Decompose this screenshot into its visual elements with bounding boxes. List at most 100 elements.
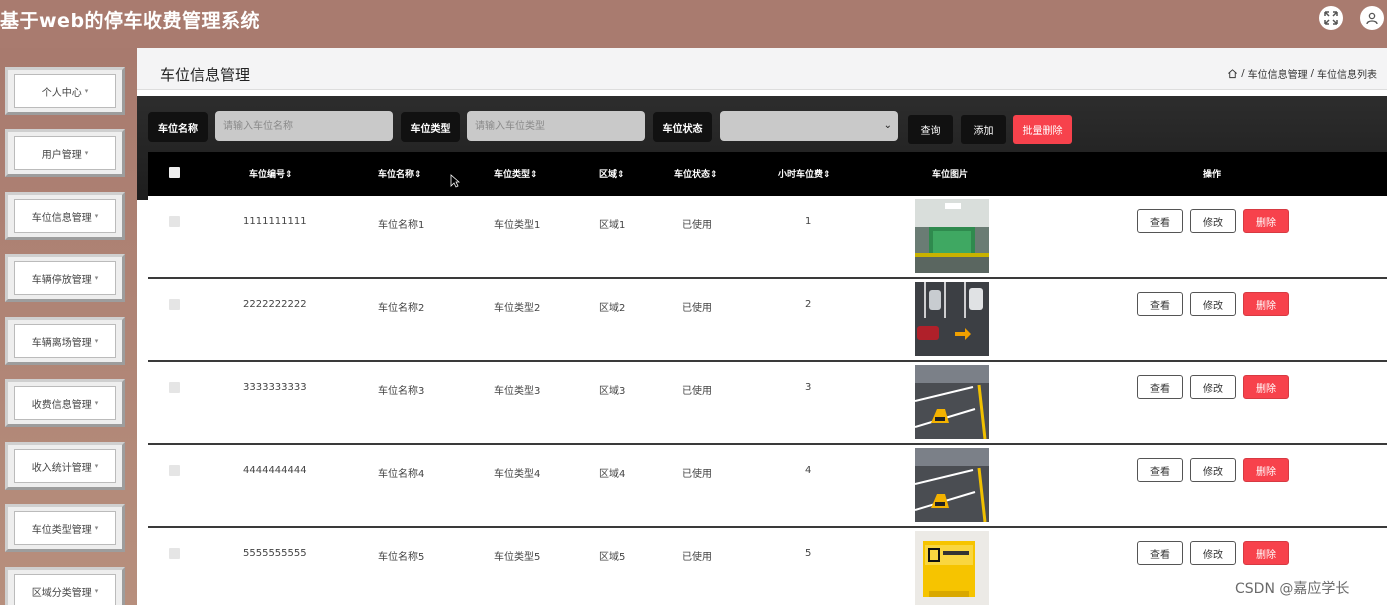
space-type-label: 车位类型 [401, 112, 460, 142]
table-row: 5555555555 车位名称5 车位类型5 区域5 已使用 5 查看 修改 删… [148, 528, 1387, 605]
cell-type: 车位类型4 [494, 469, 541, 480]
view-button[interactable]: 查看 [1137, 458, 1183, 482]
select-all-checkbox[interactable] [169, 167, 180, 178]
view-button[interactable]: 查看 [1137, 375, 1183, 399]
home-icon[interactable] [1227, 68, 1238, 79]
parking-lock-photo[interactable] [915, 448, 989, 522]
page-header: 车位信息管理 / 车位信息管理 / 车位信息列表 [137, 48, 1387, 90]
view-button[interactable]: 查看 [1137, 209, 1183, 233]
space-name-input[interactable] [215, 111, 393, 141]
cell-status: 已使用 [682, 469, 712, 480]
sort-icon: ⇕ [285, 170, 293, 180]
add-button[interactable]: 添加 [961, 115, 1006, 144]
row-checkbox[interactable] [169, 299, 180, 310]
view-button[interactable]: 查看 [1137, 541, 1183, 565]
space-type-input[interactable] [467, 111, 645, 141]
breadcrumb-item-current: 车位信息列表 [1317, 70, 1377, 81]
sort-icon: ⇕ [823, 170, 831, 180]
cell-area: 区域4 [599, 469, 626, 480]
sidebar-item-fees[interactable]: 收费信息管理 ▾ [5, 379, 125, 427]
user-icon[interactable] [1360, 6, 1384, 30]
parking-lot-cars-photo[interactable] [915, 282, 989, 356]
cell-code: 2222222222 [243, 299, 307, 310]
cell-fee: 5 [805, 548, 812, 559]
sidebar-item-areas[interactable]: 区域分类管理 ▾ [5, 567, 125, 605]
cell-fee: 2 [805, 299, 812, 310]
sidebar-item-label: 区域分类管理 [31, 587, 92, 599]
delete-button[interactable]: 删除 [1243, 292, 1289, 316]
chevron-down-icon: ▾ [94, 524, 99, 532]
chevron-down-icon: ▾ [94, 337, 99, 345]
sidebar-item-label: 车位类型管理 [31, 524, 92, 536]
cell-name: 车位名称3 [378, 386, 425, 397]
row-checkbox[interactable] [169, 548, 180, 559]
cell-type: 车位类型3 [494, 386, 541, 397]
sidebar-item-personal-center[interactable]: 个人中心 ▾ [5, 67, 125, 115]
row-checkbox[interactable] [169, 382, 180, 393]
cell-fee: 4 [805, 465, 812, 476]
chevron-down-icon: ▾ [84, 87, 89, 95]
edit-button[interactable]: 修改 [1190, 541, 1236, 565]
row-checkbox[interactable] [169, 216, 180, 227]
breadcrumb-separator: / [1310, 68, 1314, 79]
delete-button[interactable]: 删除 [1243, 209, 1289, 233]
sidebar-item-income[interactable]: 收入统计管理 ▾ [5, 442, 125, 490]
sidebar-item-space-info[interactable]: 车位信息管理 ▾ [5, 192, 125, 240]
cell-area: 区域3 [599, 386, 626, 397]
cell-name: 车位名称2 [378, 303, 425, 314]
column-header-name[interactable]: 车位名称⇕ [378, 167, 422, 180]
sidebar: 个人中心 ▾ 用户管理 ▾ 车位信息管理 ▾ 车辆停放管理 ▾ 车辆离场管理 ▾ 收费信息… [0, 48, 137, 605]
sidebar-item-space-types[interactable]: 车位类型管理 ▾ [5, 504, 125, 552]
table-header: 车位编号⇕ 车位名称⇕ 车位类型⇕ 区域⇕ 车位状态⇕ 小时车位费⇕ 车位图片 … [148, 152, 1387, 196]
column-header-fee[interactable]: 小时车位费⇕ [778, 167, 831, 180]
batch-delete-button[interactable]: 批量删除 [1013, 115, 1072, 144]
cell-name: 车位名称1 [378, 220, 425, 231]
underground-parking-photo[interactable] [915, 199, 989, 273]
view-button[interactable]: 查看 [1137, 292, 1183, 316]
sidebar-item-parking[interactable]: 车辆停放管理 ▾ [5, 254, 125, 302]
cell-status: 已使用 [682, 303, 712, 314]
column-header-code[interactable]: 车位编号⇕ [249, 167, 293, 180]
edit-button[interactable]: 修改 [1190, 458, 1236, 482]
sidebar-item-label: 车位信息管理 [31, 212, 92, 224]
column-header-status[interactable]: 车位状态⇕ [674, 167, 718, 180]
column-header-type[interactable]: 车位类型⇕ [494, 167, 538, 180]
table-row: 2222222222 车位名称2 车位类型2 区域2 已使用 2 查看 修改 删… [148, 279, 1387, 362]
sort-icon: ⇕ [617, 170, 625, 180]
cell-name: 车位名称4 [378, 469, 425, 480]
space-name-label: 车位名称 [148, 112, 208, 142]
row-checkbox[interactable] [169, 465, 180, 476]
cell-code: 3333333333 [243, 382, 307, 393]
query-button[interactable]: 查询 [908, 115, 953, 144]
delete-button[interactable]: 删除 [1243, 458, 1289, 482]
sidebar-item-label: 车辆离场管理 [31, 337, 92, 349]
parking-lock-photo[interactable] [915, 365, 989, 439]
sidebar-item-users[interactable]: 用户管理 ▾ [5, 129, 125, 177]
sidebar-item-departure[interactable]: 车辆离场管理 ▾ [5, 317, 125, 365]
fullscreen-icon[interactable] [1319, 6, 1343, 30]
watermark: CSDN @嘉应学长 [1235, 581, 1350, 597]
delete-button[interactable]: 删除 [1243, 541, 1289, 565]
table-row: 1111111111 车位名称1 车位类型1 区域1 已使用 1 查看 修改 删… [148, 196, 1387, 279]
column-header-area[interactable]: 区域⇕ [599, 167, 625, 180]
table-row: 4444444444 车位名称4 车位类型4 区域4 已使用 4 查看 修改 删… [148, 445, 1387, 528]
cell-fee: 3 [805, 382, 812, 393]
top-bar: 基于web的停车收费管理系统 [0, 0, 1387, 48]
sidebar-item-label: 用户管理 [41, 149, 82, 161]
edit-button[interactable]: 修改 [1190, 375, 1236, 399]
main-content: 车位信息管理 / 车位信息管理 / 车位信息列表 车位名称 车位类型 车位状态 … [137, 48, 1387, 605]
chevron-down-icon: ▾ [94, 462, 99, 470]
chevron-down-icon: ▾ [94, 399, 99, 407]
reserved-parking-sign-photo[interactable] [915, 531, 989, 605]
sort-icon: ⇕ [530, 170, 538, 180]
sidebar-item-label: 个人中心 [41, 87, 82, 99]
edit-button[interactable]: 修改 [1190, 292, 1236, 316]
sidebar-item-label: 收费信息管理 [31, 399, 92, 411]
delete-button[interactable]: 删除 [1243, 375, 1289, 399]
cell-status: 已使用 [682, 220, 712, 231]
cell-code: 1111111111 [243, 216, 307, 227]
edit-button[interactable]: 修改 [1190, 209, 1236, 233]
sort-icon: ⇕ [414, 170, 422, 180]
breadcrumb-item[interactable]: 车位信息管理 [1248, 66, 1308, 81]
space-status-select[interactable]: ⌄ [720, 111, 898, 141]
